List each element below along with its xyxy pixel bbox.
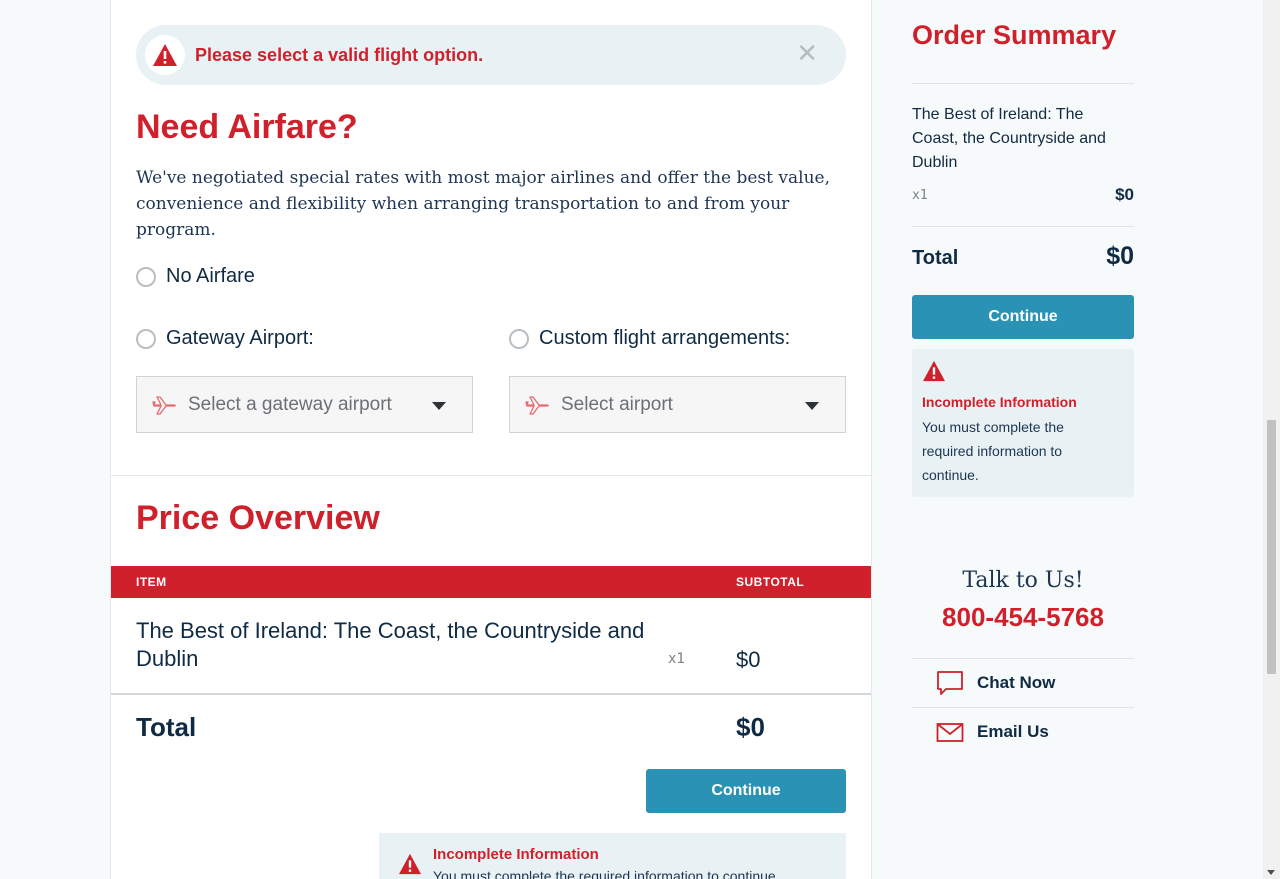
warning-icon: [923, 360, 945, 382]
page-scrollbar[interactable]: [1263, 0, 1280, 879]
envelope-icon: [936, 722, 964, 742]
close-icon[interactable]: ✕: [796, 41, 818, 67]
chevron-down-icon: [805, 402, 819, 410]
summary-divider: [912, 226, 1134, 227]
summary-item-name: The Best of Ireland: The Coast, the Coun…: [912, 106, 1106, 171]
radio-label: Custom flight arrangements:: [539, 327, 791, 349]
section-divider: [111, 475, 871, 476]
error-alert: Please select a valid flight option. ✕: [136, 25, 846, 85]
radio-gateway-airport[interactable]: Gateway Airport:: [136, 327, 314, 350]
summary-total-value: $0: [1106, 242, 1134, 270]
summary-total-label: Total: [912, 247, 959, 269]
radio-custom-flight[interactable]: Custom flight arrangements:: [509, 327, 790, 350]
scrollbar-thumb[interactable]: [1267, 420, 1276, 674]
chat-now-label: Chat Now: [977, 672, 1056, 692]
incomplete-title: Incomplete Information: [922, 394, 1077, 410]
incomplete-info-notice: Incomplete Information You must complete…: [379, 833, 846, 879]
alert-message: Please select a valid flight option.: [195, 44, 484, 65]
line-item-qty: x1: [668, 651, 685, 667]
summary-divider: [912, 83, 1134, 84]
airfare-heading: Need Airfare?: [136, 108, 358, 146]
continue-button[interactable]: Continue: [646, 769, 846, 813]
email-us-link[interactable]: Email Us: [912, 707, 1134, 756]
select-value: Select a gateway airport: [188, 393, 392, 415]
chevron-down-icon: [432, 402, 446, 410]
radio-button[interactable]: [136, 328, 156, 349]
airplane-icon: [525, 395, 549, 415]
scroll-down-arrow-icon[interactable]: [1267, 870, 1275, 875]
custom-airport-select[interactable]: Select airport: [509, 376, 846, 433]
alert-icon-badge: [145, 35, 185, 75]
incomplete-message: You must complete the required informati…: [433, 868, 780, 879]
summary-item-qty: x1: [912, 188, 928, 203]
radio-no-airfare[interactable]: No Airfare: [136, 265, 255, 288]
price-table-header: ITEM SUBTOTAL: [111, 566, 871, 598]
total-value: $0: [736, 712, 765, 742]
main-content: Please select a valid flight option. ✕ N…: [110, 0, 872, 879]
line-item-subtotal: $0: [736, 647, 761, 672]
radio-button[interactable]: [509, 328, 529, 349]
radio-label: Gateway Airport:: [166, 327, 314, 349]
summary-continue-button[interactable]: Continue: [912, 295, 1134, 339]
table-divider: [111, 693, 871, 695]
radio-label: No Airfare: [166, 265, 255, 287]
total-label: Total: [136, 712, 197, 742]
gateway-airport-select[interactable]: Select a gateway airport: [136, 376, 473, 433]
column-header-subtotal: SUBTOTAL: [736, 575, 805, 589]
talk-to-us-heading: Talk to Us!: [962, 568, 1084, 593]
summary-item-price: $0: [1115, 185, 1134, 204]
column-header-item: ITEM: [136, 575, 167, 589]
order-summary-title: Order Summary: [912, 20, 1117, 50]
phone-link[interactable]: 800-454-5768: [912, 602, 1134, 633]
email-us-label: Email Us: [977, 721, 1049, 741]
incomplete-message: You must complete the required informati…: [922, 419, 1064, 483]
summary-incomplete-notice: Incomplete Information You must complete…: [912, 349, 1134, 497]
radio-button[interactable]: [136, 266, 156, 287]
select-value: Select airport: [561, 393, 673, 415]
line-item-name: The Best of Ireland: The Coast, the Coun…: [136, 618, 645, 671]
price-overview-heading: Price Overview: [136, 499, 380, 537]
airfare-intro: We've negotiated special rates with most…: [136, 168, 830, 240]
warning-icon: [399, 853, 421, 875]
warning-icon: [153, 44, 177, 66]
airplane-icon: [152, 395, 176, 415]
incomplete-title: Incomplete Information: [433, 846, 599, 863]
chat-now-link[interactable]: Chat Now: [912, 658, 1134, 707]
chat-bubble-icon: [937, 670, 963, 695]
